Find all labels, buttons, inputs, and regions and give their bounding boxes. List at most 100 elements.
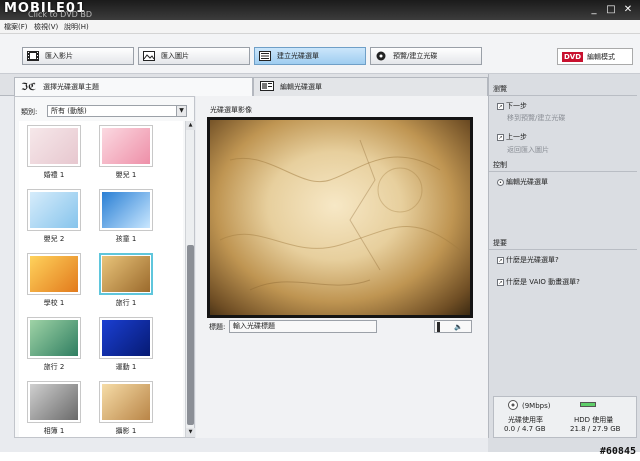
disc-usage-label: 光碟使用率 bbox=[508, 416, 543, 424]
menu-preview-image bbox=[207, 117, 473, 318]
divider bbox=[489, 95, 637, 96]
theme-thumbnail-label: 相簿 1 bbox=[43, 427, 65, 435]
theme-thumbnail[interactable] bbox=[27, 125, 81, 167]
menu-icon bbox=[259, 51, 271, 61]
divider bbox=[489, 249, 637, 250]
theme-thumbnail[interactable] bbox=[27, 189, 81, 231]
category-select[interactable]: 所有 (動態) ▼ bbox=[47, 105, 187, 117]
theme-thumbnail-label: 嬰兒 2 bbox=[43, 235, 65, 243]
step-label: 匯入圖片 bbox=[161, 52, 189, 60]
next-step-sub: 移到預覽/建立光碟 bbox=[507, 114, 566, 122]
theme-thumbnail[interactable] bbox=[99, 125, 153, 167]
help-icon: ↗ bbox=[497, 278, 504, 286]
workflow-step-bar: 匯入影片 匯入圖片 建立光碟選單 預覽/建立光碟 DVD 編輯模式 bbox=[0, 34, 640, 74]
help-icon: ↗ bbox=[497, 256, 504, 264]
disc-usage-value: 0.0 / 4.7 GB bbox=[504, 425, 546, 433]
theme-thumbnail-label: 旅行 1 bbox=[115, 299, 137, 307]
menu-view[interactable]: 檢視(V) bbox=[34, 22, 58, 32]
theme-thumbnail[interactable] bbox=[99, 381, 153, 423]
theme-thumbnail-image bbox=[30, 320, 78, 356]
menu-file[interactable]: 檔案(F) bbox=[4, 22, 28, 32]
step-import-image[interactable]: 匯入圖片 bbox=[138, 47, 250, 65]
task-sidebar: 瀏覽 ↗ 下一步 移到預覽/建立光碟 ↗ 上一步 返回匯入圖片 控制 • 編輯光… bbox=[488, 74, 640, 438]
vertical-scrollbar[interactable]: ▲ ▼ bbox=[185, 121, 195, 437]
menu-help[interactable]: 說明(H) bbox=[64, 22, 89, 32]
step-label: 預覽/建立光碟 bbox=[393, 52, 438, 60]
preview-label: 光碟選單影像 bbox=[210, 106, 252, 114]
theme-thumbnail-image bbox=[102, 192, 150, 228]
tab-edit-menu[interactable]: 編輯光碟選單 bbox=[253, 77, 488, 96]
svg-text:ℑℭ: ℑℭ bbox=[21, 82, 36, 91]
theme-thumbnail-image bbox=[30, 192, 78, 228]
audio-level-bar bbox=[437, 321, 440, 332]
film-icon bbox=[27, 51, 39, 61]
tip-label: 什麼是 VAIO 動畫選單? bbox=[506, 278, 580, 286]
next-step-link[interactable]: ↗ 下一步 bbox=[497, 101, 527, 111]
back-step-link[interactable]: ↗ 上一步 bbox=[497, 132, 527, 142]
edit-menu-link[interactable]: • 編輯光碟選單 bbox=[497, 177, 548, 187]
scrollbar-thumb[interactable] bbox=[187, 245, 194, 425]
theme-thumbnail-label: 學校 1 bbox=[43, 299, 65, 307]
category-label: 類別: bbox=[21, 108, 38, 116]
theme-thumbnail-image bbox=[30, 384, 78, 420]
scroll-down-arrow-icon[interactable]: ▼ bbox=[186, 428, 195, 437]
theme-thumbnail-image bbox=[102, 128, 150, 164]
theme-thumbnail[interactable] bbox=[27, 253, 81, 295]
back-step-label: 上一步 bbox=[506, 133, 527, 141]
theme-thumbnail-image bbox=[30, 256, 78, 292]
step-import-video[interactable]: 匯入影片 bbox=[22, 47, 134, 65]
step-create-menu[interactable]: 建立光碟選單 bbox=[254, 47, 366, 65]
tab-strip: ℑℭ 選擇光碟選單主題 編輯光碟選單 bbox=[0, 74, 490, 96]
close-button[interactable]: ✕ bbox=[622, 4, 634, 16]
title-label: 標題: bbox=[209, 323, 226, 331]
disc-usage-icon bbox=[508, 400, 518, 412]
tips-heading: 提要 bbox=[493, 239, 507, 247]
edit-menu-icon bbox=[260, 81, 274, 93]
hdd-usage-label: HDD 使用量 bbox=[574, 416, 614, 424]
audio-toggle-button[interactable]: 🔈 bbox=[434, 320, 472, 333]
gear-icon: • bbox=[497, 178, 504, 186]
tip-link-menu[interactable]: ↗ 什麼是光碟選單? bbox=[497, 255, 559, 265]
tip-link-vaio[interactable]: ↗ 什麼是 VAIO 動畫選單? bbox=[497, 277, 580, 287]
theme-thumbnail[interactable] bbox=[27, 381, 81, 423]
next-step-label: 下一步 bbox=[506, 102, 527, 110]
theme-thumbnail-label: 攝影 1 bbox=[115, 427, 137, 435]
footer-strip bbox=[0, 438, 488, 452]
preview-panel: 光碟選單影像 標題: 輸入光碟標題 🔈 bbox=[196, 96, 488, 438]
arrow-icon: ↗ bbox=[497, 102, 504, 110]
hdd-usage-bar bbox=[580, 402, 596, 407]
app-window: MOBILE01 Click to DVD BD _ □ ✕ 檔案(F) 檢視(… bbox=[0, 0, 640, 461]
speaker-icon: 🔈 bbox=[454, 322, 463, 331]
theme-icon: ℑℭ bbox=[21, 81, 37, 93]
tab-select-theme[interactable]: ℑℭ 選擇光碟選單主題 bbox=[14, 77, 253, 96]
theme-thumbnail-image bbox=[102, 384, 150, 420]
step-label: 匯入影片 bbox=[45, 52, 73, 60]
theme-thumbnail[interactable] bbox=[99, 189, 153, 231]
tip-label: 什麼是光碟選單? bbox=[506, 256, 559, 264]
theme-thumbnail-label: 嬰兒 1 bbox=[115, 171, 137, 179]
theme-thumbnail-label: 運動 1 bbox=[115, 363, 137, 371]
theme-thumbnail[interactable] bbox=[99, 317, 153, 359]
theme-thumbnail[interactable] bbox=[27, 317, 81, 359]
window-title: Click to DVD BD bbox=[28, 10, 93, 19]
minimize-button[interactable]: _ bbox=[588, 4, 600, 16]
theme-thumbnail-label: 旅行 2 bbox=[43, 363, 65, 371]
theme-thumbnail-image bbox=[30, 128, 78, 164]
step-preview-burn[interactable]: 預覽/建立光碟 bbox=[370, 47, 482, 65]
theme-thumbnail[interactable] bbox=[99, 253, 153, 295]
scroll-up-arrow-icon[interactable]: ▲ bbox=[186, 121, 195, 130]
theme-thumbnail-label: 婚禮 1 bbox=[43, 171, 65, 179]
arrow-icon: ↗ bbox=[497, 133, 504, 141]
menu-bar: 檔案(F) 檢視(V) 說明(H) bbox=[0, 20, 640, 34]
category-value: 所有 (動態) bbox=[51, 107, 87, 115]
tab-label: 編輯光碟選單 bbox=[280, 83, 322, 91]
bitrate-label: (9Mbps) bbox=[522, 402, 551, 410]
disc-title-input[interactable]: 輸入光碟標題 bbox=[229, 320, 377, 333]
theme-thumbnail-label: 孩童 1 bbox=[115, 235, 137, 243]
tab-label: 選擇光碟選單主題 bbox=[43, 83, 99, 91]
theme-thumbnail-image bbox=[102, 320, 150, 356]
map-texture-graphic bbox=[219, 139, 461, 291]
maximize-button[interactable]: □ bbox=[605, 4, 617, 16]
edit-mode-button[interactable]: DVD 編輯模式 bbox=[557, 48, 633, 65]
navigation-heading: 瀏覽 bbox=[493, 85, 507, 93]
